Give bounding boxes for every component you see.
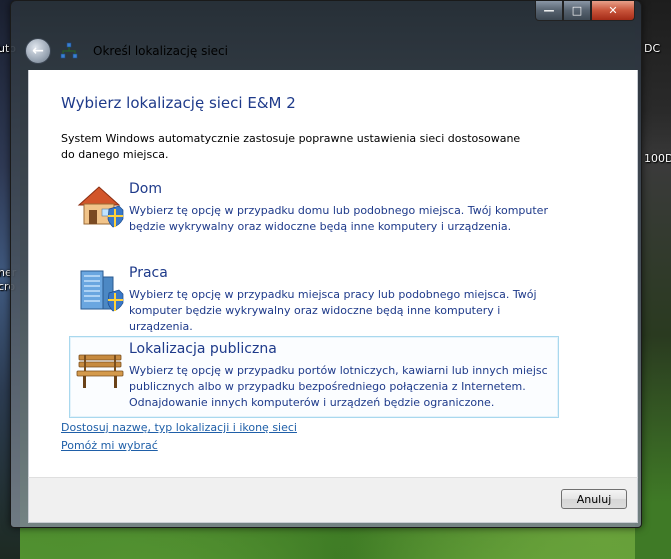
network-icon	[60, 42, 78, 59]
customize-network-link[interactable]: Dostosuj nazwę, typ lokalizacji i ikonę …	[61, 421, 297, 434]
page-title: Wybierz lokalizację sieci E&M 2	[61, 94, 296, 112]
intro-text: System Windows automatycznie zastosuje p…	[61, 132, 521, 161]
option-work-title: Praca	[129, 265, 168, 281]
option-work-description: Wybierz tę opcję w przypadku miejsca pra…	[129, 288, 537, 333]
option-public-description: Wybierz tę opcję w przypadku portów lotn…	[129, 364, 548, 409]
help-me-choose-link[interactable]: Pomóż mi wybrać	[61, 439, 158, 452]
park-bench-icon	[76, 354, 124, 388]
maximize-button[interactable]: □	[563, 1, 591, 21]
arrow-left-icon: ←	[32, 43, 44, 59]
close-button[interactable]: ✕	[591, 1, 635, 21]
option-home[interactable]: Dom Wybierz tę opcję w przypadku domu lu…	[69, 176, 559, 242]
option-work[interactable]: Praca Wybierz tę opcję w przypadku miejs…	[69, 260, 559, 333]
option-public-location[interactable]: Lokalizacja publiczna Wybierz tę opcję w…	[69, 336, 559, 418]
option-home-description: Wybierz tę opcję w przypadku domu lub po…	[129, 204, 548, 233]
desktop-icon-label[interactable]: DC	[644, 42, 660, 55]
office-building-icon	[80, 270, 124, 312]
cancel-button[interactable]: Anuluj	[561, 489, 627, 509]
window-controls: — □ ✕	[535, 1, 635, 21]
option-home-title: Dom	[129, 181, 162, 197]
content-panel: Wybierz lokalizację sieci E&M 2 System W…	[28, 70, 638, 477]
desktop-icon-label[interactable]: 100D	[644, 152, 671, 165]
option-public-title: Lokalizacja publiczna	[129, 341, 277, 357]
back-button[interactable]: ←	[25, 38, 51, 64]
minimize-button[interactable]: —	[535, 1, 563, 21]
navigation-bar: ← Określ lokalizację sieci	[11, 31, 641, 71]
window-title: Określ lokalizację sieci	[93, 44, 228, 58]
house-icon	[77, 186, 124, 228]
dialog-footer: Anuluj	[28, 477, 638, 523]
